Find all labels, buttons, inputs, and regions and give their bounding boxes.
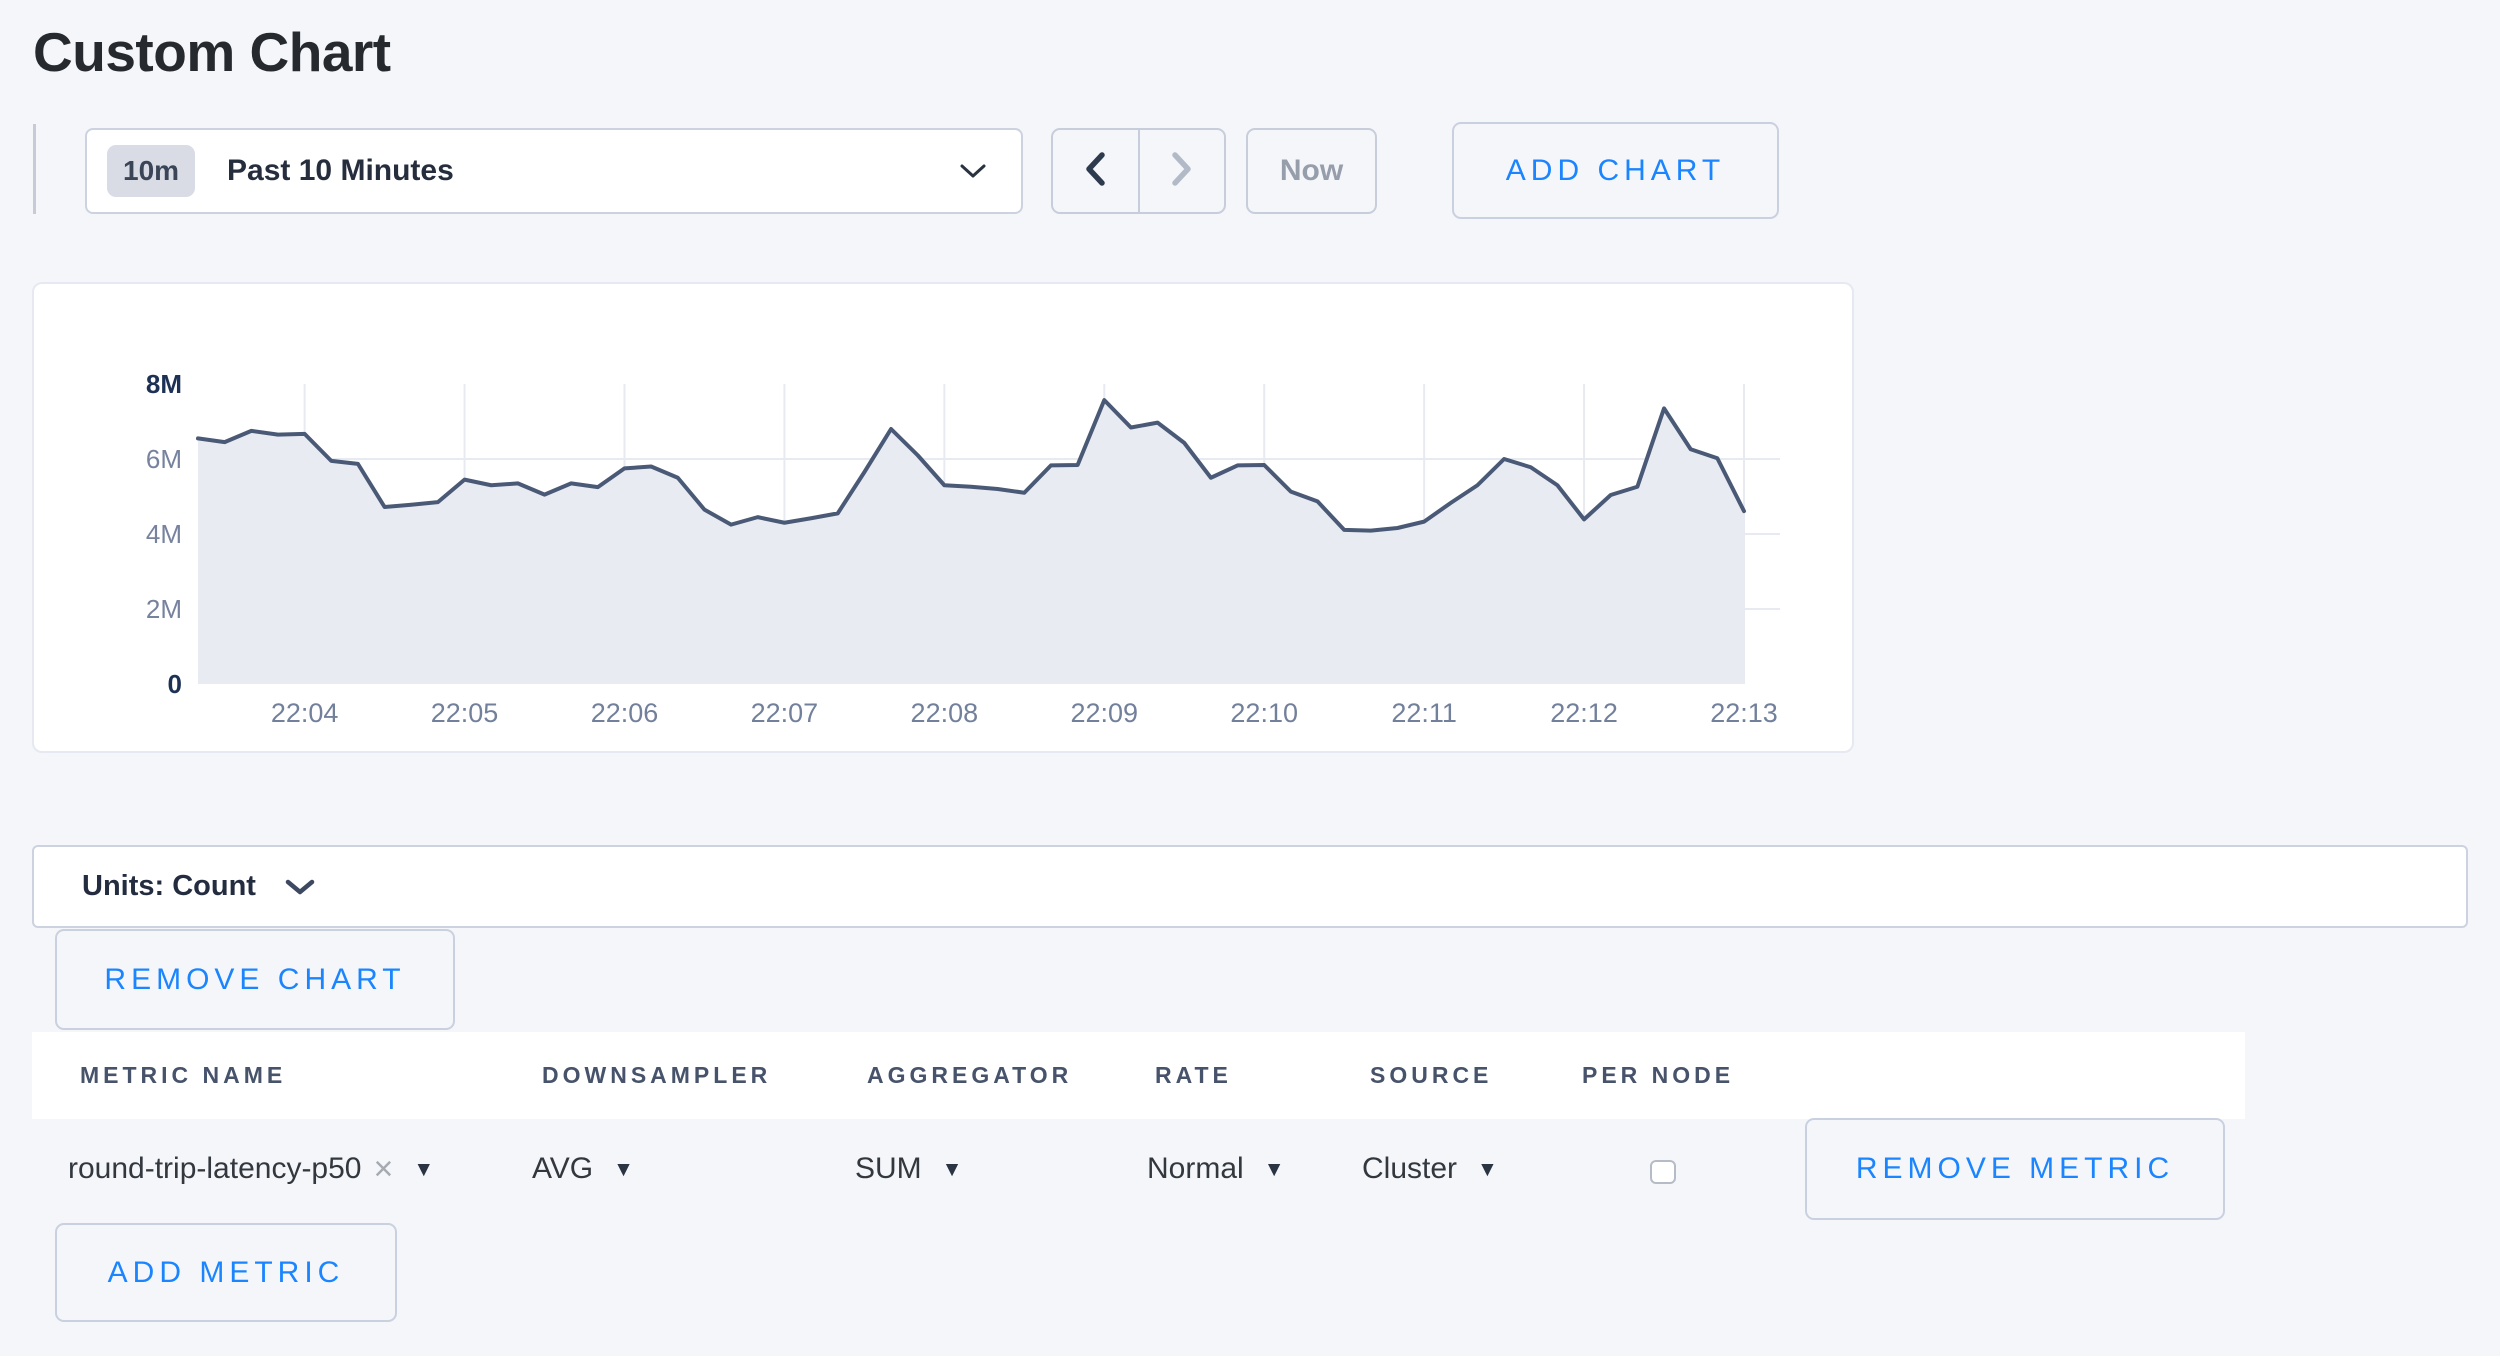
remove-chart-button[interactable]: REMOVE CHART [55,929,455,1030]
svg-text:22:10: 22:10 [1230,698,1298,728]
add-metric-button[interactable]: ADD METRIC [55,1223,397,1322]
time-window-badge: 10m [107,145,195,197]
svg-text:22:11: 22:11 [1391,698,1457,728]
rate-dropdown[interactable]: Normal ▼ [1147,1119,1284,1219]
time-window-label: Past 10 Minutes [227,154,959,188]
remove-metric-button[interactable]: REMOVE METRIC [1805,1118,2225,1220]
svg-text:0: 0 [168,669,182,699]
metric-name-value: round-trip-latency-p50 [68,1152,361,1186]
prev-range-button[interactable] [1053,130,1140,212]
caret-down-icon: ▼ [942,1159,963,1180]
svg-text:22:08: 22:08 [911,698,979,728]
clear-metric-icon[interactable]: × [373,1152,393,1186]
downsampler-value: AVG [532,1152,593,1186]
time-window-select[interactable]: 10m Past 10 Minutes [85,128,1023,214]
chevron-down-icon [284,878,316,896]
svg-text:22:13: 22:13 [1710,698,1778,728]
caret-down-icon: ▼ [613,1159,634,1180]
column-header-aggregator: AGGREGATOR [867,1032,1072,1119]
toolbar-left-divider [33,124,36,214]
rate-value: Normal [1147,1152,1244,1186]
svg-text:6M: 6M [146,444,182,474]
metric-name-dropdown[interactable]: round-trip-latency-p50 × ▼ [68,1119,434,1219]
aggregator-dropdown[interactable]: SUM ▼ [855,1119,962,1219]
downsampler-dropdown[interactable]: AVG ▼ [532,1119,634,1219]
svg-text:22:04: 22:04 [271,698,339,728]
svg-text:22:06: 22:06 [591,698,659,728]
svg-text:22:05: 22:05 [431,698,499,728]
per-node-checkbox[interactable] [1650,1160,1676,1184]
svg-text:8M: 8M [146,369,182,399]
now-button[interactable]: Now [1246,128,1377,214]
units-bar: Units: Count [32,845,2468,928]
column-header-rate: RATE [1155,1032,1232,1119]
custom-chart-card: 22:04 22:05 22:06 22:07 22:08 22:09 22:10 22:11… [32,282,1854,753]
chevron-right-icon [1170,151,1194,192]
caret-down-icon: ▼ [1477,1159,1498,1180]
add-chart-button[interactable]: ADD CHART [1452,122,1779,219]
page-title: Custom Chart [33,20,391,84]
chevron-left-icon [1083,151,1107,192]
column-header-metric-name: METRIC NAME [80,1032,286,1119]
time-range-pager [1051,128,1226,214]
units-label: Units: Count [82,870,256,903]
metrics-table-header [32,1032,2245,1119]
timeseries-area-chart: 22:04 22:05 22:06 22:07 22:08 22:09 22:10 22:11… [34,284,1852,751]
svg-text:2M: 2M [146,594,182,624]
chevron-down-icon [959,163,987,179]
svg-text:22:09: 22:09 [1070,698,1138,728]
units-dropdown[interactable]: Units: Count [82,870,316,903]
caret-down-icon: ▼ [1264,1159,1285,1180]
source-value: Cluster [1362,1152,1457,1186]
svg-text:4M: 4M [146,519,182,549]
svg-text:22:12: 22:12 [1550,698,1618,728]
source-dropdown[interactable]: Cluster ▼ [1362,1119,1498,1219]
column-header-downsampler: DOWNSAMPLER [542,1032,771,1119]
caret-down-icon: ▼ [413,1159,434,1180]
aggregator-value: SUM [855,1152,922,1186]
svg-text:22:07: 22:07 [751,698,819,728]
next-range-button[interactable] [1140,130,1225,212]
column-header-source: SOURCE [1370,1032,1492,1119]
column-header-per-node: PER NODE [1582,1032,1734,1119]
